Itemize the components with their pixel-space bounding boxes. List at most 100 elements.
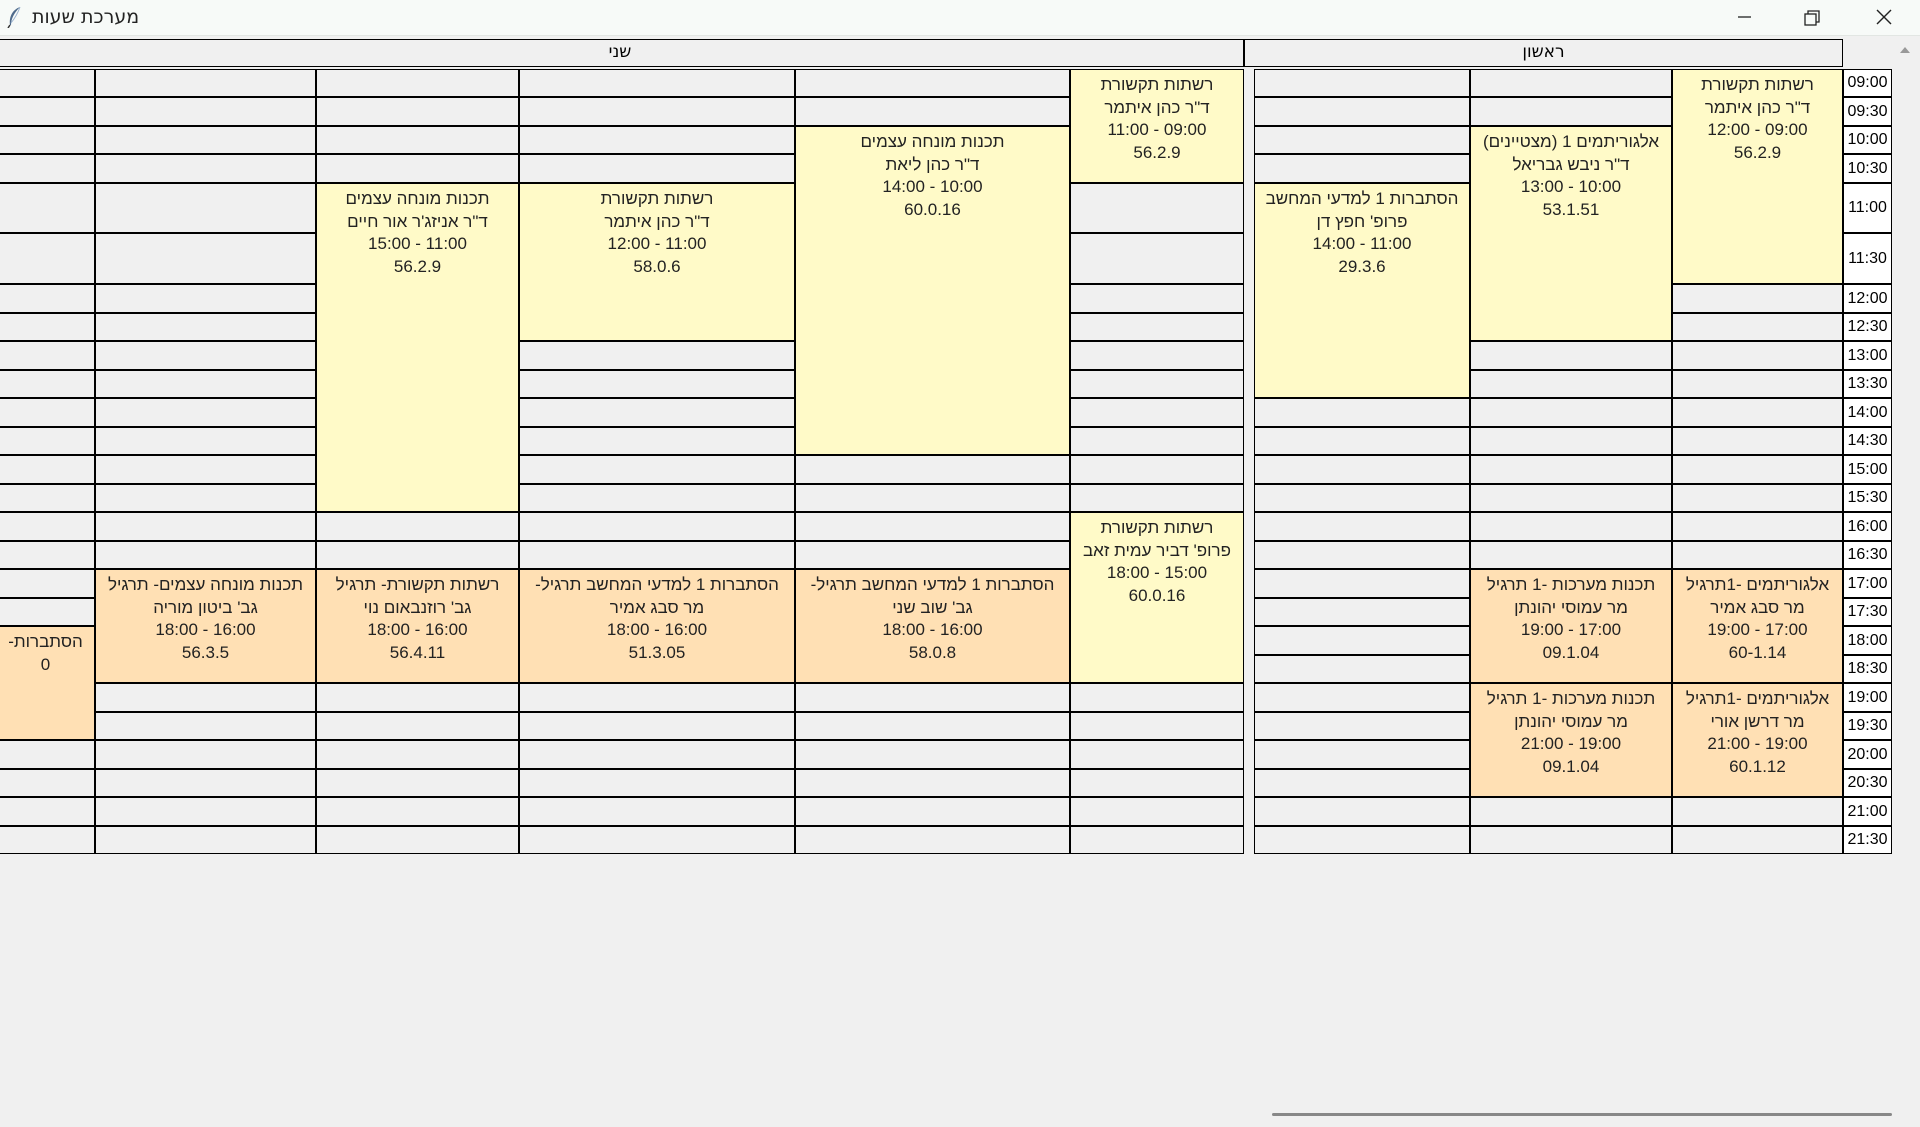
empty-slot[interactable]	[1672, 797, 1843, 826]
empty-slot[interactable]	[1254, 97, 1470, 126]
empty-slot[interactable]	[0, 427, 95, 455]
empty-slot[interactable]	[519, 154, 795, 183]
empty-slot[interactable]	[0, 233, 95, 284]
empty-slot[interactable]	[519, 769, 795, 797]
empty-slot[interactable]	[95, 370, 316, 398]
empty-slot[interactable]	[1672, 484, 1843, 512]
empty-slot[interactable]	[316, 154, 519, 183]
empty-slot[interactable]	[1254, 569, 1470, 598]
empty-slot[interactable]	[519, 126, 795, 154]
empty-slot[interactable]	[1070, 769, 1244, 797]
empty-slot[interactable]	[1254, 126, 1470, 154]
empty-slot[interactable]	[1672, 398, 1843, 427]
empty-slot[interactable]	[95, 740, 316, 769]
empty-slot[interactable]	[1470, 484, 1672, 512]
empty-slot[interactable]	[95, 683, 316, 712]
empty-slot[interactable]	[1672, 284, 1843, 313]
empty-slot[interactable]	[519, 455, 795, 484]
empty-slot[interactable]	[1070, 740, 1244, 769]
empty-slot[interactable]	[795, 740, 1070, 769]
empty-slot[interactable]	[0, 284, 95, 313]
empty-slot[interactable]	[316, 769, 519, 797]
empty-slot[interactable]	[1254, 69, 1470, 97]
scroll-up-arrow-icon[interactable]	[1898, 42, 1912, 56]
empty-slot[interactable]	[1254, 512, 1470, 541]
empty-slot[interactable]	[316, 541, 519, 569]
empty-slot[interactable]	[95, 313, 316, 341]
empty-slot[interactable]	[1672, 455, 1843, 484]
exercise-block[interactable]: אלגוריתמים -1תרגיל מר סבג אמיר 19:00 - 17:…	[1672, 569, 1843, 683]
empty-slot[interactable]	[1070, 341, 1244, 370]
empty-slot[interactable]	[795, 797, 1070, 826]
empty-slot[interactable]	[1470, 69, 1672, 97]
empty-slot[interactable]	[519, 683, 795, 712]
empty-slot[interactable]	[95, 797, 316, 826]
empty-slot[interactable]	[1470, 427, 1672, 455]
empty-slot[interactable]	[1254, 712, 1470, 740]
empty-slot[interactable]	[1672, 541, 1843, 569]
empty-slot[interactable]	[1070, 427, 1244, 455]
empty-slot[interactable]	[1254, 484, 1470, 512]
lecture-block[interactable]: הסתברות 1 למדעי המחשב פרופ' חפץ דן 14:00 -…	[1254, 183, 1470, 398]
empty-slot[interactable]	[0, 740, 95, 769]
empty-slot[interactable]	[0, 370, 95, 398]
empty-slot[interactable]	[316, 683, 519, 712]
empty-slot[interactable]	[95, 183, 316, 233]
restore-button[interactable]	[1784, 0, 1840, 35]
empty-slot[interactable]	[519, 370, 795, 398]
empty-slot[interactable]	[1470, 541, 1672, 569]
empty-slot[interactable]	[1470, 826, 1672, 854]
empty-slot[interactable]	[95, 126, 316, 154]
empty-slot[interactable]	[95, 541, 316, 569]
empty-slot[interactable]	[1254, 826, 1470, 854]
empty-slot[interactable]	[1070, 484, 1244, 512]
empty-slot[interactable]	[795, 69, 1070, 97]
empty-slot[interactable]	[0, 69, 95, 97]
empty-slot[interactable]	[1672, 427, 1843, 455]
empty-slot[interactable]	[316, 740, 519, 769]
empty-slot[interactable]	[0, 541, 95, 569]
empty-slot[interactable]	[1254, 598, 1470, 626]
empty-slot[interactable]	[0, 569, 95, 598]
empty-slot[interactable]	[795, 712, 1070, 740]
empty-slot[interactable]	[95, 341, 316, 370]
lecture-block[interactable]: רשתות תקשורת ד"ר כהן איתמר 11:00 - 09:00 56…	[1070, 69, 1244, 183]
empty-slot[interactable]	[1470, 512, 1672, 541]
empty-slot[interactable]	[1470, 341, 1672, 370]
empty-slot[interactable]	[1672, 313, 1843, 341]
exercise-block[interactable]: -הסתברות 1 למדעי המחשב תרגיל גב' שוב שני 1…	[795, 569, 1070, 683]
empty-slot[interactable]	[95, 154, 316, 183]
empty-slot[interactable]	[1070, 683, 1244, 712]
empty-slot[interactable]	[519, 427, 795, 455]
empty-slot[interactable]	[316, 97, 519, 126]
empty-slot[interactable]	[1070, 183, 1244, 233]
empty-slot[interactable]	[0, 97, 95, 126]
exercise-block[interactable]: -הסתברות 1 למדעי המחשב תרגיל מר סבג אמיר 1…	[519, 569, 795, 683]
empty-slot[interactable]	[1254, 541, 1470, 569]
empty-slot[interactable]	[0, 512, 95, 541]
empty-slot[interactable]	[1070, 455, 1244, 484]
empty-slot[interactable]	[1070, 313, 1244, 341]
empty-slot[interactable]	[0, 484, 95, 512]
empty-slot[interactable]	[0, 826, 95, 854]
exercise-block[interactable]: אלגוריתמים -1תרגיל מר דרשן אורי 21:00 - 19…	[1672, 683, 1843, 797]
empty-slot[interactable]	[519, 712, 795, 740]
minimize-button[interactable]	[1716, 0, 1772, 35]
empty-slot[interactable]	[519, 797, 795, 826]
empty-slot[interactable]	[1254, 427, 1470, 455]
exercise-block[interactable]: -הסתברות 0	[0, 626, 95, 740]
empty-slot[interactable]	[519, 826, 795, 854]
lecture-block[interactable]: רשתות תקשורת פרופ' דביר עמית זאב 18:00 - 1…	[1070, 512, 1244, 683]
empty-slot[interactable]	[519, 97, 795, 126]
empty-slot[interactable]	[519, 69, 795, 97]
lecture-block[interactable]: תכנות מונחה עצמים ד"ר כהן ליאת 14:00 - 10:…	[795, 126, 1070, 455]
empty-slot[interactable]	[795, 826, 1070, 854]
empty-slot[interactable]	[1070, 712, 1244, 740]
empty-slot[interactable]	[1672, 512, 1843, 541]
exercise-block[interactable]: תכנות מערכות -1 תרגיל מר עמוסי יהונתן 19:0…	[1470, 569, 1672, 683]
empty-slot[interactable]	[1470, 797, 1672, 826]
empty-slot[interactable]	[1470, 97, 1672, 126]
lecture-block[interactable]: רשתות תקשורת ד"ר כהן איתמר 12:00 - 09:00 56…	[1672, 69, 1843, 284]
empty-slot[interactable]	[795, 484, 1070, 512]
empty-slot[interactable]	[1254, 154, 1470, 183]
